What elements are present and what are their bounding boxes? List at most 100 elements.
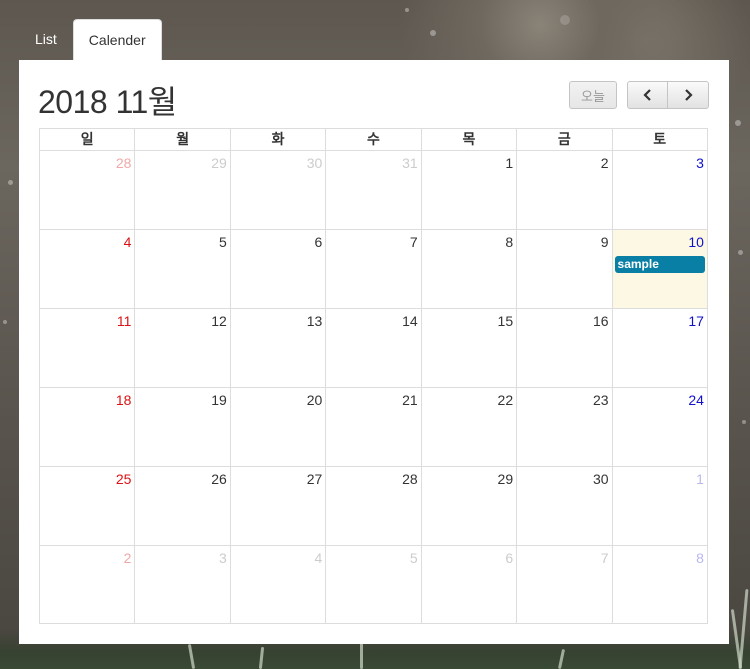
day-cell[interactable]: 30 <box>516 467 611 545</box>
next-month-button[interactable] <box>667 81 709 109</box>
day-cell-today[interactable]: 10 sample <box>611 230 707 308</box>
day-number: 17 <box>688 313 704 329</box>
day-number: 13 <box>306 313 323 329</box>
day-number: 10 <box>688 234 704 250</box>
day-cell[interactable]: 28 <box>325 467 420 545</box>
day-number: 31 <box>402 155 418 171</box>
day-cell[interactable]: 8 <box>611 546 707 624</box>
day-cell[interactable]: 6 <box>229 230 325 308</box>
day-number: 5 <box>219 234 227 250</box>
tab-calender[interactable]: Calender <box>72 19 162 61</box>
day-cell[interactable]: 17 <box>611 309 707 387</box>
day-number: 24 <box>688 392 704 408</box>
prev-month-button[interactable] <box>627 81 668 109</box>
day-cell[interactable]: 13 <box>229 309 325 387</box>
event-chip[interactable]: sample <box>614 256 705 273</box>
chevron-left-icon <box>642 89 651 101</box>
day-cell[interactable]: 30 <box>229 151 325 229</box>
day-number: 6 <box>314 234 323 250</box>
day-cell[interactable]: 20 <box>229 388 325 466</box>
day-cell[interactable]: 11 <box>40 309 134 387</box>
day-number: 16 <box>592 313 609 329</box>
day-number: 29 <box>211 155 227 171</box>
day-number: 19 <box>211 392 227 408</box>
today-button[interactable]: 오늘 <box>569 81 617 109</box>
day-cell[interactable]: 16 <box>516 309 611 387</box>
day-cell[interactable]: 24 <box>611 388 707 466</box>
day-cell[interactable]: 7 <box>516 546 611 624</box>
day-cell[interactable]: 19 <box>134 388 229 466</box>
day-number: 8 <box>696 550 704 566</box>
day-number: 28 <box>115 155 132 171</box>
day-cell[interactable]: 15 <box>420 309 516 387</box>
day-number: 15 <box>497 313 514 329</box>
view-tabs: List Calender <box>19 19 162 61</box>
day-cell[interactable]: 3 <box>134 546 229 624</box>
weekday-header-cell: 화 <box>229 129 325 150</box>
day-number: 12 <box>211 313 227 329</box>
day-cell[interactable]: 28 <box>40 151 134 229</box>
week-row: 25 26 27 28 29 30 1 <box>40 467 707 546</box>
weekday-header-cell: 금 <box>516 129 611 150</box>
day-cell[interactable]: 22 <box>420 388 516 466</box>
tab-list[interactable]: List <box>19 19 73 60</box>
day-number: 3 <box>696 155 704 171</box>
day-number: 8 <box>505 234 514 250</box>
day-cell[interactable]: 25 <box>40 467 134 545</box>
day-cell[interactable]: 26 <box>134 467 229 545</box>
day-cell[interactable]: 3 <box>611 151 707 229</box>
day-cell[interactable]: 12 <box>134 309 229 387</box>
day-number: 29 <box>497 471 514 487</box>
day-number: 11 <box>116 313 132 329</box>
day-number: 3 <box>219 550 227 566</box>
day-cell[interactable]: 7 <box>325 230 420 308</box>
day-number: 20 <box>306 392 323 408</box>
day-number: 18 <box>115 392 132 408</box>
day-cell[interactable]: 27 <box>229 467 325 545</box>
day-cell[interactable]: 14 <box>325 309 420 387</box>
day-number: 21 <box>402 392 418 408</box>
day-cell[interactable]: 1 <box>611 467 707 545</box>
day-number: 1 <box>505 155 514 171</box>
day-cell[interactable]: 23 <box>516 388 611 466</box>
weekday-header-cell: 일 <box>80 131 94 147</box>
chevron-right-icon <box>685 89 693 101</box>
day-number: 9 <box>600 234 609 250</box>
day-cell[interactable]: 6 <box>420 546 516 624</box>
month-grid: 일월화수목금토 28 29 30 31 1 2 3 4 5 6 7 8 9 10 sample 11 12 13 1… <box>39 128 708 624</box>
day-cell[interactable]: 4 <box>40 230 134 308</box>
weekday-header-cell: 토 <box>611 129 707 150</box>
day-number: 2 <box>600 155 609 171</box>
day-cell[interactable]: 29 <box>420 467 516 545</box>
day-number: 7 <box>600 550 609 566</box>
week-row: 18 19 20 21 22 23 24 <box>40 388 707 467</box>
day-cell[interactable]: 4 <box>229 546 325 624</box>
day-cell[interactable]: 8 <box>420 230 516 308</box>
day-cell[interactable]: 18 <box>40 388 134 466</box>
day-number: 4 <box>314 550 323 566</box>
week-row: 11 12 13 14 15 16 17 <box>40 309 707 388</box>
day-cell[interactable]: 2 <box>40 546 134 624</box>
day-cell[interactable]: 9 <box>516 230 611 308</box>
day-cell[interactable]: 1 <box>420 151 516 229</box>
day-number: 23 <box>592 392 609 408</box>
day-cell[interactable]: 31 <box>325 151 420 229</box>
day-number: 6 <box>505 550 514 566</box>
day-number: 28 <box>402 471 418 487</box>
day-cell[interactable]: 5 <box>134 230 229 308</box>
day-number: 4 <box>123 234 132 250</box>
day-cell[interactable]: 21 <box>325 388 420 466</box>
day-cell[interactable]: 2 <box>516 151 611 229</box>
weekday-header-cell: 목 <box>420 129 516 150</box>
day-number: 30 <box>306 155 323 171</box>
day-cell[interactable]: 29 <box>134 151 229 229</box>
weeks-container: 28 29 30 31 1 2 3 4 5 6 7 8 9 10 sample 11 12 13 14 15 16 17 1… <box>40 151 707 624</box>
day-number: 2 <box>123 550 132 566</box>
day-cell[interactable]: 5 <box>325 546 420 624</box>
day-number: 22 <box>497 392 514 408</box>
day-number: 1 <box>696 471 704 487</box>
day-number: 26 <box>211 471 227 487</box>
day-number: 30 <box>592 471 609 487</box>
weekday-header-cell: 수 <box>325 129 420 150</box>
week-row: 2 3 4 5 6 7 8 <box>40 546 707 624</box>
